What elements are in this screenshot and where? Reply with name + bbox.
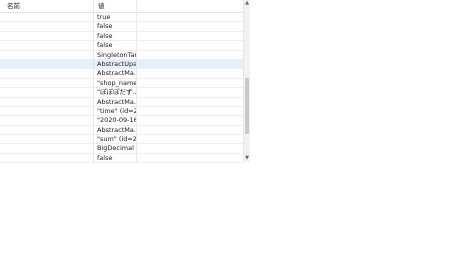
variable-value: true [93,13,136,23]
name-column-header[interactable]: 名前 [0,0,93,12]
tree-row[interactable]: ⌄▲[1]AbstractMa... [0,97,243,107]
empty-cell [136,135,243,144]
empty-cell [136,97,243,106]
empty-cell [136,22,243,31]
scroll-down-arrow-icon[interactable]: ▼ [244,155,250,162]
tree-row[interactable]: ■preFilteredfalse [0,31,243,42]
tree-row[interactable]: ⌄◆targetSourceSingletonTar... [0,50,243,60]
variable-value: AbstractUpa... [93,59,136,70]
tree-row[interactable]: ■optimizefalse [0,22,243,32]
variable-value: SingletonTar... [93,50,136,60]
variable-value: "shop_name... [93,78,136,89]
variable-value: "time" (id=2... [93,106,136,117]
variable-value: "sum" (id=2... [93,135,136,145]
variable-value: "2020-09-16... [93,116,136,126]
empty-cell [136,106,243,116]
empty-cell [136,31,243,41]
vertical-scrollbar[interactable]: ▲ ▼ [243,0,250,162]
tree-row[interactable]: ›▲valueBigDecimal ... [0,144,243,154]
variable-value: AbstractMa... [93,69,136,79]
tree-row[interactable]: ›▲key"sum" (id=2... [0,135,243,145]
variable-value: false [93,153,136,164]
scroll-thumb[interactable] [245,78,249,134]
tree-row[interactable]: ›▲value"ぽぽぽだず... [0,88,243,98]
scroll-up-arrow-icon[interactable]: ▲ [244,0,250,7]
variables-view: 名前 値 ▲opaquetrue■optimizefalse■preFilter… [0,0,250,164]
variable-value: false [93,41,136,51]
variables-tree: ▲opaquetrue■optimizefalse■preFilteredfal… [0,13,243,164]
empty-cell [136,50,243,59]
variable-value: AbstractMa... [93,97,136,107]
variable-value: "ぽぽぽだず... [93,88,136,98]
empty-cell [136,125,243,135]
empty-cell [136,116,243,125]
tree-row[interactable]: ›▲key"time" (id=2... [0,106,243,117]
column-header: 名前 値 [0,0,243,13]
empty-cell [136,153,243,163]
empty-cell [136,88,243,97]
variable-value: BigDecimal ... [93,144,136,154]
value-column-header[interactable]: 値 [93,0,136,12]
tree-row[interactable]: ⌄◈targetAbstractUpa... [0,59,243,70]
empty-cell [136,69,243,78]
variable-value: AbstractMa... [93,125,136,136]
empty-cell [136,78,243,88]
variable-value: false [93,31,136,42]
variable-value: false [93,22,136,32]
tree-row[interactable]: ›▲key"shop_name... [0,78,243,89]
tree-row[interactable]: ■proxyTargetClfalse [0,41,243,51]
tree-row[interactable]: ⌄▲[0]AbstractMa... [0,69,243,79]
tree-row[interactable]: ▲opaquetrue [0,13,243,23]
empty-cell [136,144,243,153]
tree-row[interactable]: ›▲value"2020-09-16... [0,116,243,126]
empty-cell [136,59,243,69]
empty-cell [136,41,243,50]
tree-row[interactable]: ■equalsDefinedfalse [0,153,243,164]
empty-column-header [136,0,243,12]
empty-cell [136,13,243,22]
tree-row[interactable]: ⌄▲[2]AbstractMa... [0,125,243,136]
